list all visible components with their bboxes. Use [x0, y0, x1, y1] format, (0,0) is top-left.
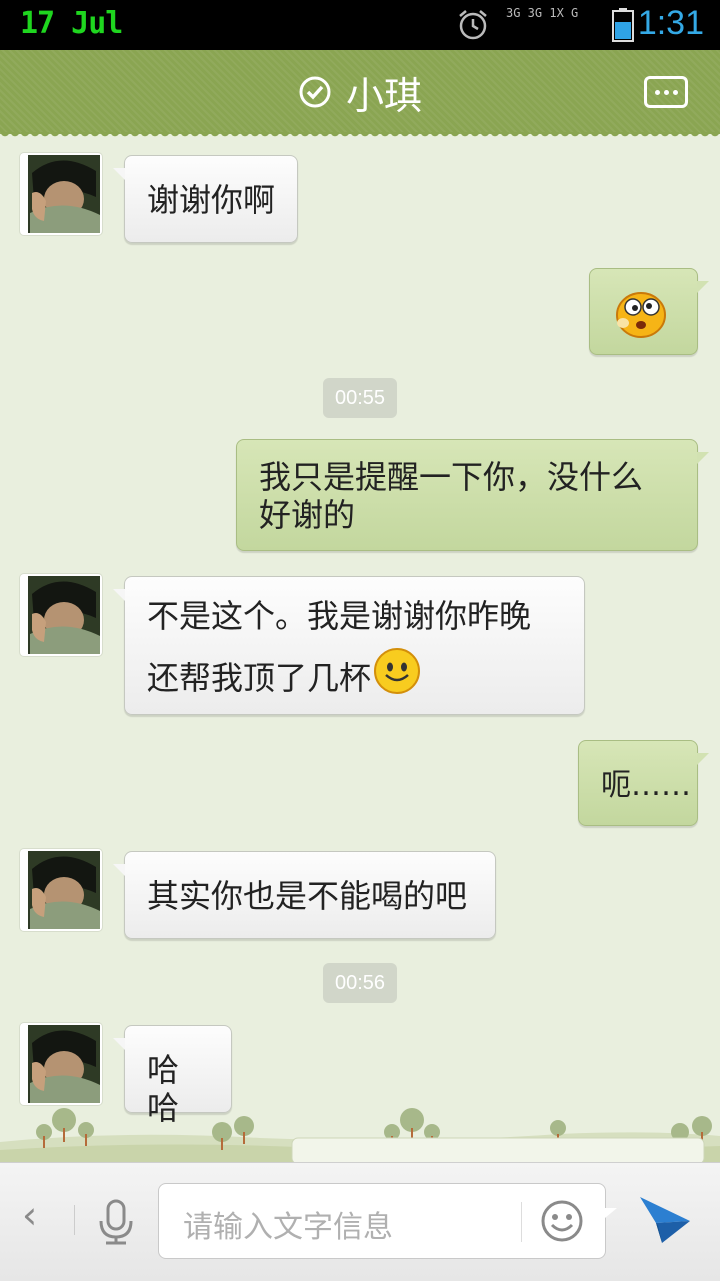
divider	[521, 1202, 522, 1242]
battery-icon	[612, 8, 634, 42]
dizzy-face-emoji	[616, 292, 666, 338]
status-time: 1:31	[637, 4, 704, 42]
message-text-line: 不是这个。我是谢谢你昨晚	[147, 597, 532, 635]
message-bubble-outgoing[interactable]: 呃……	[578, 740, 709, 826]
message-bubble-incoming[interactable]: 不是这个。我是谢谢你昨晚 还帮我顶了几杯	[113, 576, 585, 715]
input-bar: ‹ 请输入文字信息	[0, 1162, 720, 1281]
input-placeholder: 请输入文字信息	[183, 1210, 393, 1245]
message-bubble-incoming[interactable]: 谢谢你啊	[113, 155, 298, 243]
timestamp: 00:55	[323, 378, 397, 418]
message-bubble-outgoing[interactable]	[589, 268, 709, 355]
send-icon[interactable]	[636, 1193, 694, 1245]
message-bubble-outgoing[interactable]: 我只是提醒一下你，没什么 好谢的	[236, 439, 709, 551]
smile-emoji	[374, 648, 421, 694]
contact-avatar[interactable]	[20, 574, 102, 656]
message-text-line: 我只是提醒一下你，没什么	[259, 458, 644, 496]
message-bubble-incoming[interactable]: 其实你也是不能喝的吧	[113, 851, 496, 939]
timestamp: 00:56	[323, 963, 397, 1003]
message-text: 其实你也是不能喝的吧	[147, 877, 468, 915]
chat-menu-icon[interactable]	[644, 76, 688, 108]
status-date: 17 Jul	[20, 6, 123, 41]
smiley-icon[interactable]	[539, 1198, 585, 1244]
message-text: 谢谢你啊	[147, 181, 276, 219]
check-circle-icon	[299, 76, 331, 108]
divider	[74, 1205, 75, 1235]
title-bar: 小琪	[0, 50, 720, 140]
message-text-line: 还帮我顶了几杯	[147, 659, 372, 697]
status-bar: 17 Jul 3G 3G 1X G 1:31	[0, 0, 720, 50]
chat-title: 小琪	[345, 73, 422, 118]
chevron-left-icon[interactable]: ‹	[22, 1193, 37, 1237]
contact-avatar[interactable]	[20, 1023, 102, 1105]
contact-avatar[interactable]	[20, 153, 102, 235]
message-text: 呃……	[601, 768, 691, 803]
contact-avatar[interactable]	[20, 849, 102, 931]
network-indicator: 3G 3G 1X G	[506, 6, 579, 20]
microphone-icon[interactable]	[96, 1199, 136, 1245]
message-text-line: 好谢的	[259, 496, 356, 534]
alarm-icon	[459, 10, 487, 40]
message-input[interactable]: 请输入文字信息	[158, 1183, 617, 1259]
landscape-decoration	[0, 1108, 720, 1164]
